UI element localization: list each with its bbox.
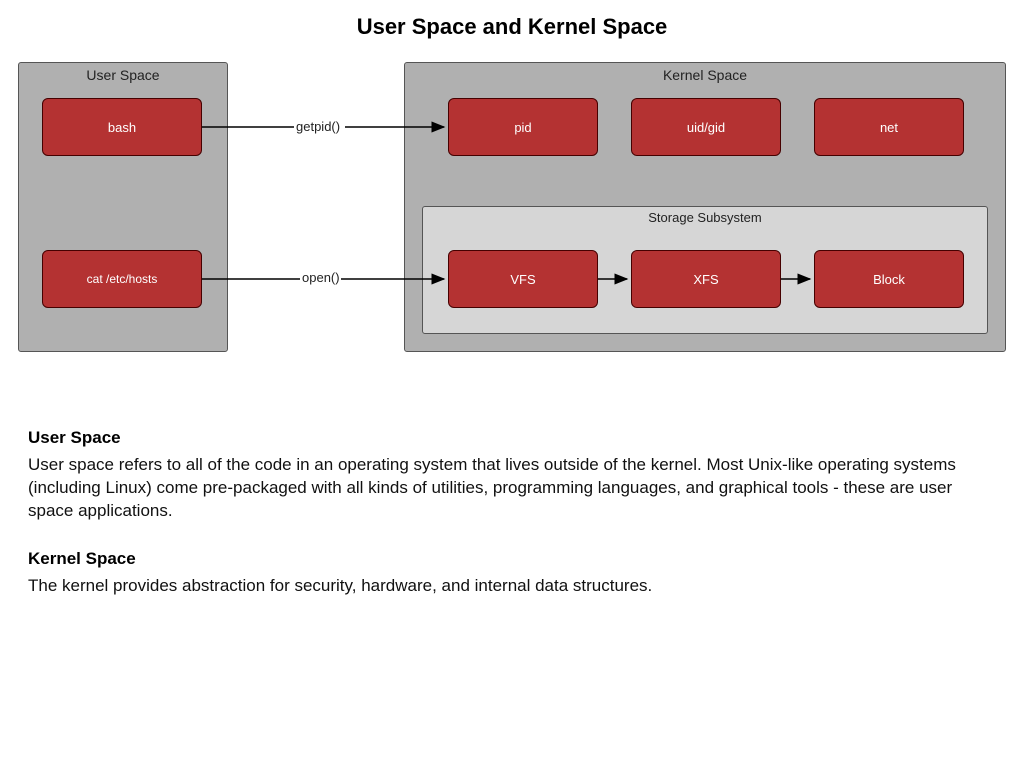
- section-heading-kernel-space: Kernel Space: [28, 549, 996, 569]
- box-xfs: XFS: [631, 250, 781, 308]
- storage-subsystem-title: Storage Subsystem: [423, 207, 987, 225]
- kernel-space-title: Kernel Space: [405, 63, 1005, 83]
- box-vfs: VFS: [448, 250, 598, 308]
- page-title: User Space and Kernel Space: [0, 0, 1024, 40]
- diagram-area: User Space bash cat /etc/hosts Kernel Sp…: [0, 58, 1024, 398]
- box-block: Block: [814, 250, 964, 308]
- section-body-kernel-space: The kernel provides abstraction for secu…: [28, 575, 996, 598]
- box-bash: bash: [42, 98, 202, 156]
- edge-label-open: open(): [300, 270, 342, 285]
- section-body-user-space: User space refers to all of the code in …: [28, 454, 996, 523]
- section-heading-user-space: User Space: [28, 428, 996, 448]
- box-uidgid: uid/gid: [631, 98, 781, 156]
- box-pid: pid: [448, 98, 598, 156]
- user-space-title: User Space: [19, 63, 227, 83]
- text-block: User Space User space refers to all of t…: [0, 428, 1024, 598]
- box-net: net: [814, 98, 964, 156]
- edge-label-getpid: getpid(): [294, 119, 342, 134]
- box-cat: cat /etc/hosts: [42, 250, 202, 308]
